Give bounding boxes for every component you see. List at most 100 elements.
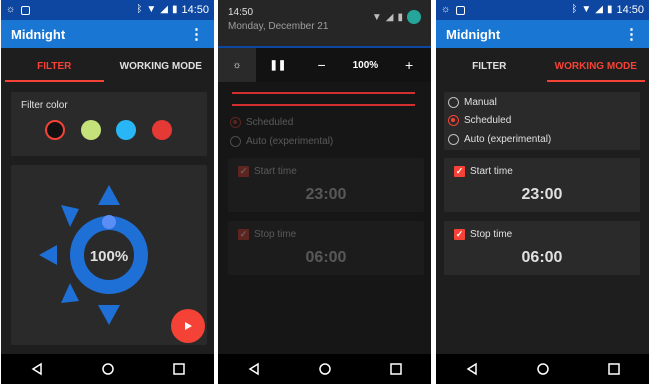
signal-icon: ◢	[385, 11, 394, 23]
stop-time-label: Stop time	[254, 229, 297, 240]
back-icon[interactable]	[247, 362, 261, 376]
swatch-black[interactable]	[45, 120, 65, 140]
start-time-label: Start time	[254, 166, 297, 177]
swatch-green[interactable]	[81, 120, 101, 140]
stop-time-value: 06:00	[305, 249, 347, 266]
radio-scheduled[interactable]: Scheduled	[230, 117, 293, 128]
bluetooth-icon: ᛒ	[136, 4, 143, 15]
tab-working-mode[interactable]: WORKING MODE	[543, 48, 650, 84]
shade-time: 14:50	[228, 7, 254, 18]
dial-handle	[102, 215, 116, 229]
radio-auto[interactable]: Auto (experimental)	[448, 134, 551, 145]
play-button[interactable]	[171, 309, 205, 343]
battery-icon: ▮	[171, 4, 178, 15]
mode-options-card: Manual Scheduled Auto (experimental)	[444, 92, 640, 150]
overflow-menu-icon[interactable]: ⋮	[624, 27, 639, 42]
wifi-icon: ▼	[146, 4, 157, 15]
stop-time-label: Stop time	[470, 229, 513, 240]
nav-bar	[436, 354, 649, 384]
check-icon: ✓	[238, 229, 249, 240]
start-time-card[interactable]: ✓ Start time 23:00	[444, 158, 640, 212]
radio-label: Scheduled	[464, 115, 512, 126]
radio-indicator	[230, 117, 241, 128]
phone-screen-shade: 14:50 Monday, December 21 ▼ ◢ ▮ ☼ ❚❚ − 1…	[218, 0, 431, 384]
app-bar: Midnight ⋮	[1, 20, 214, 48]
radio-label: Manual	[464, 97, 497, 108]
swatch-red[interactable]	[152, 120, 172, 140]
start-time-value: 23:00	[521, 186, 563, 203]
decrease-button[interactable]: −	[300, 57, 344, 73]
notification-controls: ☼ ❚❚ − 100% +	[218, 48, 431, 82]
start-time-card[interactable]: ✓ Start time 23:00	[228, 158, 424, 212]
app-bar: Midnight ⋮	[436, 20, 649, 48]
brightness-icon: ☼	[6, 4, 16, 15]
recents-icon[interactable]	[607, 362, 621, 376]
user-avatar-icon[interactable]	[407, 10, 421, 24]
tab-filter[interactable]: FILTER	[1, 48, 108, 84]
screenshot-icon	[21, 5, 31, 15]
battery-icon: ▮	[606, 4, 613, 15]
home-icon[interactable]	[101, 362, 115, 376]
tab-filter[interactable]: FILTER	[436, 48, 543, 84]
notification-header: 14:50 Monday, December 21 ▼ ◢ ▮	[218, 0, 431, 46]
filter-color-label: Filter color	[21, 100, 68, 111]
app-title: Midnight	[446, 26, 501, 42]
back-icon[interactable]	[30, 362, 44, 376]
filter-color-card: Filter color	[11, 92, 207, 156]
back-icon[interactable]	[465, 362, 479, 376]
battery-icon: ▮	[397, 11, 403, 23]
tab-bar: FILTER WORKING MODE	[1, 48, 214, 84]
phone-screen-filter: ☼ ᛒ ▼ ◢ ▮ 14:50 Midnight ⋮ FILTER WORKIN…	[1, 0, 214, 384]
app-title: Midnight	[11, 26, 66, 42]
tab-working-mode[interactable]: WORKING MODE	[108, 48, 215, 84]
radio-indicator	[448, 97, 459, 108]
radio-indicator	[448, 115, 459, 126]
check-icon: ✓	[238, 166, 249, 177]
radio-label: Auto (experimental)	[464, 134, 552, 145]
phone-screen-working-mode: ☼ ᛒ ▼ ◢ ▮ 14:50 Midnight ⋮ FILTER WORKIN…	[436, 0, 649, 384]
check-icon: ✓	[454, 229, 465, 240]
overflow-menu-icon[interactable]: ⋮	[189, 27, 204, 42]
wifi-icon: ▼	[581, 4, 592, 15]
stop-time-card[interactable]: ✓ Stop time 06:00	[444, 221, 640, 275]
recents-icon[interactable]	[172, 362, 186, 376]
check-icon: ✓	[454, 166, 465, 177]
dial-ray-top-left	[61, 205, 79, 227]
radio-indicator	[230, 136, 241, 147]
brightness-icon: ☼	[232, 59, 242, 71]
nav-bar	[1, 354, 214, 384]
dial-ray-bottom	[98, 305, 120, 325]
radio-label: Auto (experimental)	[246, 136, 334, 147]
bluetooth-icon: ᛒ	[571, 4, 578, 15]
wifi-icon: ▼	[371, 11, 382, 23]
nav-bar	[218, 354, 431, 384]
intensity-label: 100%	[89, 248, 129, 265]
status-time: 14:50	[616, 4, 644, 16]
radio-manual[interactable]: Manual	[448, 97, 497, 108]
home-icon[interactable]	[536, 362, 550, 376]
tab-bar: FILTER WORKING MODE	[436, 48, 649, 84]
radio-label: Scheduled	[246, 117, 294, 128]
dial-ray-top	[98, 185, 120, 205]
radio-scheduled[interactable]: Scheduled	[448, 115, 511, 126]
pause-button[interactable]: ❚❚	[256, 60, 300, 71]
home-icon[interactable]	[318, 362, 332, 376]
stop-time-value: 06:00	[521, 249, 563, 266]
status-bar: ☼ ᛒ ▼ ◢ ▮ 14:50	[1, 0, 214, 20]
status-time: 14:50	[181, 4, 209, 16]
brightness-button[interactable]: ☼	[218, 48, 256, 82]
increase-button[interactable]: +	[387, 57, 431, 73]
play-icon	[185, 322, 192, 330]
status-bar: ☼ ᛒ ▼ ◢ ▮ 14:50	[436, 0, 649, 20]
dial-ray-bottom-left	[61, 283, 79, 303]
start-time-label: Start time	[470, 166, 513, 177]
radio-auto[interactable]: Auto (experimental)	[230, 136, 333, 147]
pause-icon: ❚❚	[269, 59, 287, 71]
signal-icon: ◢	[160, 4, 168, 15]
schedule-bar-upper	[232, 92, 415, 94]
swatch-blue[interactable]	[116, 120, 136, 140]
start-time-value: 23:00	[305, 186, 347, 203]
recents-icon[interactable]	[389, 362, 403, 376]
stop-time-card[interactable]: ✓ Stop time 06:00	[228, 221, 424, 275]
radio-indicator	[448, 134, 459, 145]
